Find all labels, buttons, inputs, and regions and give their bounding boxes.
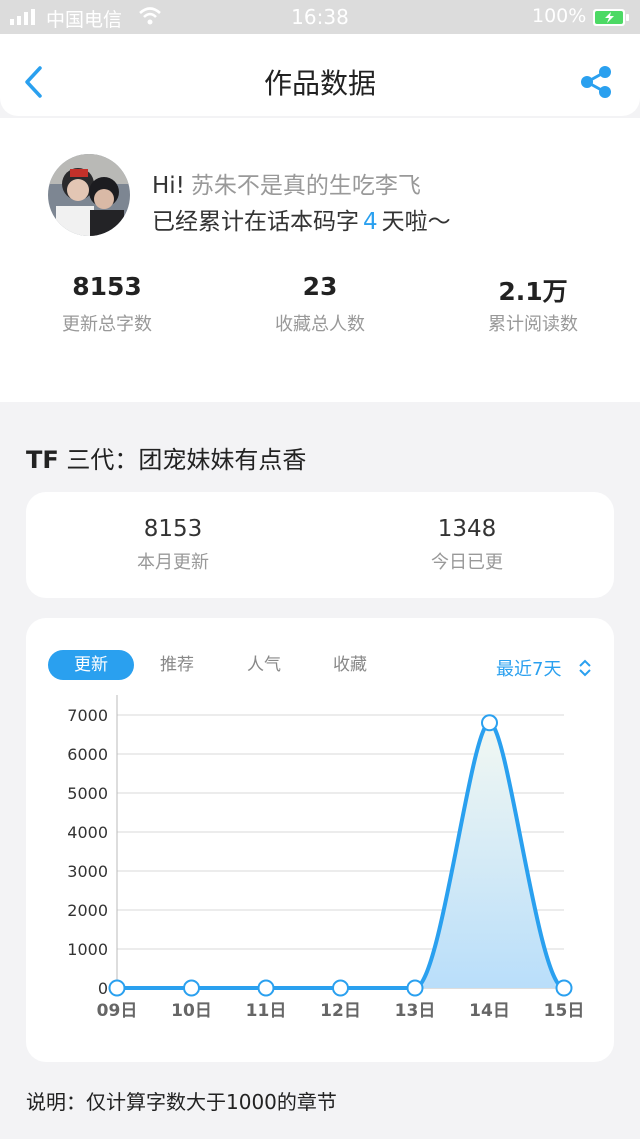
writing-days-line: 已经累计在话本码字 4 天啦～ [152, 202, 451, 236]
battery-percent: 100% [532, 5, 587, 27]
x-tick-label: 14日 [469, 1001, 510, 1021]
x-tick-label: 13日 [395, 1001, 436, 1021]
footnote: 说明：仅计算字数大于1000的章节 [26, 1090, 337, 1114]
data-point [257, 979, 275, 997]
stat-total-words-value: 8153 [72, 272, 142, 301]
book-title-prefix: TF [26, 446, 59, 474]
monthly-update: 8153 本月更新 [26, 516, 320, 574]
page-title: 作品数据 [263, 67, 376, 100]
status-bar: 中国电信 16:38 100% [0, 0, 640, 34]
today-update-label: 今日已更 [431, 552, 503, 573]
chart-card: 0 1000 2000 3000 4000 5000 6000 7000 09日 10日 11日 12… [26, 618, 614, 1062]
data-point [108, 979, 126, 997]
nav-bar: 作品数据 [0, 34, 640, 116]
tab-update[interactable]: 更新 [48, 650, 134, 680]
monthly-update-value: 8153 [143, 516, 203, 542]
data-point [481, 714, 498, 732]
avatar-image [48, 154, 130, 236]
book-title-text: 三代：团宠妹妹有点香 [58, 446, 307, 474]
stat-total-favorites-value: 23 [302, 272, 338, 301]
share-icon[interactable] [578, 64, 614, 100]
y-tick-label: 7000 [67, 706, 108, 725]
data-point [406, 979, 424, 997]
data-point [332, 979, 349, 997]
stat-total-reads-label: 累计阅读数 [488, 314, 578, 335]
tab-recommend[interactable]: 推荐 [156, 650, 198, 680]
summary-card: 8153 本月更新 1348 今日已更 [26, 492, 614, 598]
tab-popularity[interactable]: 人气 [243, 650, 285, 680]
stat-total-favorites-label: 收藏总人数 [275, 314, 365, 335]
stat-total-reads-value: 2.1万 [498, 277, 568, 306]
update-chart: 0 1000 2000 3000 4000 5000 6000 7000 09日 10日 11日 12… [67, 695, 585, 1021]
x-tick-label: 11日 [246, 1001, 287, 1021]
sort-updown-icon[interactable] [578, 658, 592, 678]
data-point [555, 979, 573, 997]
battery-charging-icon [593, 9, 629, 26]
y-tick-label: 3000 [67, 862, 108, 881]
monthly-update-label: 本月更新 [137, 552, 209, 573]
x-tick-label: 10日 [171, 1001, 212, 1021]
tab-favorites[interactable]: 收藏 [329, 650, 371, 680]
data-point [183, 979, 200, 997]
y-tick-label: 0 [98, 979, 108, 998]
today-update-value: 1348 [437, 516, 497, 542]
stat-total-favorites: 23 收藏总人数 [213, 272, 427, 336]
writing-days-prefix: 已经累计在话本码字 [152, 209, 359, 235]
y-tick-label: 5000 [67, 784, 108, 803]
y-tick-label: 1000 [67, 940, 108, 959]
avatar[interactable] [48, 154, 130, 236]
y-tick-label: 6000 [67, 745, 108, 764]
profile-section: Hi! 苏朱不是真的生吃李飞 已经累计在话本码字 4 天啦～ 8153 更新总字数 2… [0, 118, 640, 402]
greeting-line: Hi! 苏朱不是真的生吃李飞 [152, 166, 421, 200]
y-tick-label: 2000 [67, 901, 108, 920]
y-tick-label: 4000 [67, 823, 108, 842]
x-tick-label: 09日 [97, 1001, 138, 1021]
series-area [117, 722, 564, 988]
writing-days-count: 4 [363, 209, 378, 235]
book-title: TF 三代：团宠妹妹有点香 [26, 440, 306, 475]
range-selector[interactable]: 最近7天 [496, 655, 561, 681]
username: 苏朱不是真的生吃李飞 [190, 173, 421, 199]
stat-total-reads: 2.1万 累计阅读数 [426, 272, 640, 336]
x-tick-label: 12日 [320, 1001, 361, 1021]
writing-days-suffix: 天啦～ [381, 209, 451, 235]
greeting-text: Hi! [152, 173, 185, 199]
today-update: 1348 今日已更 [320, 516, 614, 574]
stat-total-words-label: 更新总字数 [62, 314, 152, 335]
stat-total-words: 8153 更新总字数 [0, 272, 214, 336]
x-tick-label: 15日 [544, 1001, 585, 1021]
